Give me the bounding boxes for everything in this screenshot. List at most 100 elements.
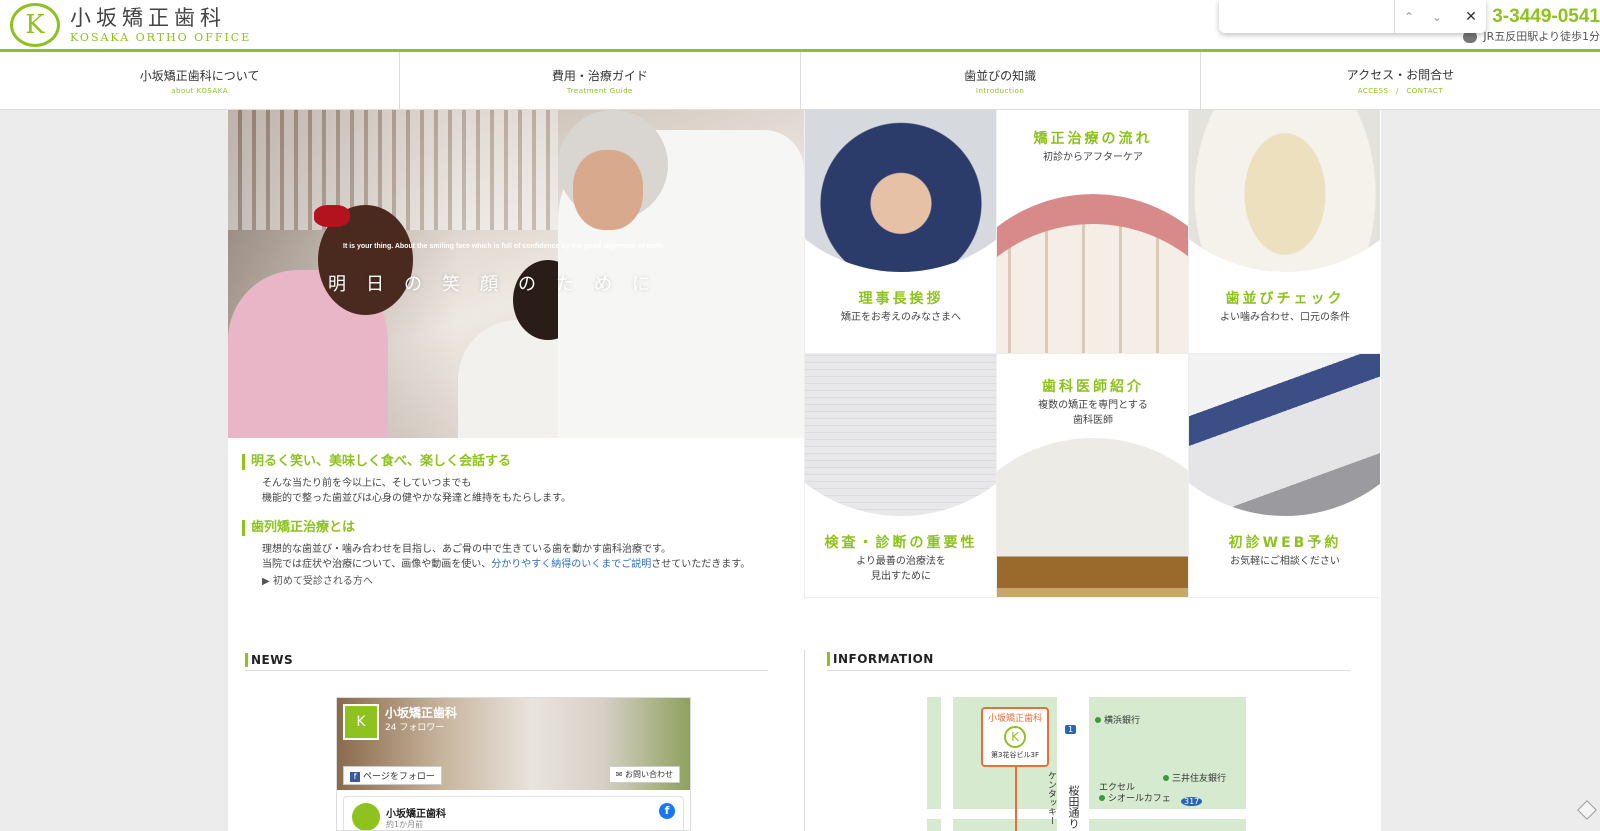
facebook-follow-label: ページをフォロー — [363, 772, 435, 782]
main-nav: 小坂矯正歯科について about KOSAKA 費用・治療ガイド Treatme… — [0, 52, 1600, 110]
tile-desc: 初診からアフターケア — [1043, 152, 1143, 163]
tile-desc-line-2: 歯科医師 — [1073, 415, 1113, 426]
hero-hair-bow — [314, 205, 350, 227]
feature-tiles: 理事長挨拶 矯正をお考えのみなさまへ 矯正治療の流れ 初診からアフターケア 歯並… — [804, 110, 1381, 598]
facebook-contact-button[interactable]: ✉ お問い合わせ — [608, 766, 680, 783]
find-bar: ⌃ ⌄ ✕ — [1219, 0, 1486, 33]
tile-title: 検査・診断の重要性 — [824, 535, 978, 551]
nav-item-access-contact[interactable]: アクセス・お問合せ ACCESS / CONTACT — [1201, 52, 1600, 109]
nav-item-treatment-guide[interactable]: 費用・治療ガイド Treatment Guide — [400, 52, 801, 109]
tile-title: 矯正治療の流れ — [1033, 131, 1153, 147]
tile-desc: 矯正をお考えのみなさまへ — [841, 312, 961, 323]
map-road — [927, 809, 1246, 819]
intro-paragraph-1-line-1: そんな当たり前を今以上に、そしていつまでも — [262, 478, 472, 489]
map-route-1-badge: 1 — [1065, 725, 1077, 734]
hero-title: 明日の笑顔のために — [328, 274, 670, 295]
nav-label: 歯並びの知識 — [964, 68, 1037, 83]
first-visit-link[interactable]: ▶ 初めて受診される方へ — [242, 572, 790, 587]
tile-director-greeting[interactable]: 理事長挨拶 矯正をお考えのみなさまへ — [804, 110, 996, 354]
map-label-street: 桜田通り — [1067, 785, 1080, 829]
facebook-logo-icon[interactable]: f — [659, 803, 675, 819]
tile-treatment-flow[interactable]: 矯正治療の流れ 初診からアフターケア — [996, 110, 1188, 354]
nav-label: アクセス・お問合せ — [1346, 67, 1455, 82]
nav-label: 小坂矯正歯科について — [139, 68, 260, 83]
chevron-up-icon[interactable]: ⌃ — [1395, 0, 1423, 33]
intro-paragraph-1-line-2: 機能的で整った歯並びは心身の健やかな発達と維持をもたらします。 — [262, 493, 571, 504]
nav-label: 費用・治療ガイド — [551, 68, 648, 83]
map-label-bank1-text: 横浜銀行 — [1104, 716, 1141, 726]
tile-desc: お気軽にご相談ください — [1230, 556, 1340, 567]
main-content: It is your thing. About the smiling face… — [228, 110, 1381, 831]
nav-item-about[interactable]: 小坂矯正歯科について about KOSAKA — [0, 52, 401, 109]
tile-photo-nameplate — [997, 438, 1188, 597]
tile-photo-dental-models — [1189, 110, 1380, 272]
tile-title: 歯並びチェック — [1225, 291, 1345, 307]
facebook-page-logo[interactable]: K — [343, 704, 379, 740]
nav-sublabel: about KOSAKA — [171, 86, 228, 95]
station-text: JR五反田駅より徒歩1分 — [1483, 30, 1600, 43]
intro-heading-2: 歯列矯正治療とは — [242, 520, 790, 536]
intro-paragraph-2-line-2b: させていただきます。 — [651, 559, 751, 570]
access-map[interactable]: 小坂矯正歯科 K 第3花谷ビル3F 1 横浜銀行 三井住友銀行 エクセル シオール… — [927, 697, 1246, 831]
map-route-line — [1015, 767, 1017, 831]
facebook-post-time: 約1か月前 — [386, 820, 424, 829]
facebook-post-avatar — [352, 803, 380, 830]
map-clinic-marker[interactable]: 小坂矯正歯科 K 第3花谷ビル3F — [981, 707, 1049, 767]
facebook-widget: K 小坂矯正歯科 24 フォロワー f ページをフォロー ✉ お問い合わせ 小坂矯… — [336, 697, 691, 831]
tile-doctor-introduction[interactable]: 歯科医師紹介 複数の矯正を専門とする 歯科医師 — [996, 354, 1188, 598]
facebook-contact-label: お問い合わせ — [625, 770, 673, 779]
map-marker-logo-icon: K — [1004, 726, 1026, 748]
facebook-icon: f — [350, 772, 360, 782]
tile-photo-director — [805, 110, 996, 272]
hero-window-blinds — [228, 110, 558, 230]
tile-web-reservation[interactable]: 初診WEB予約 お気軽にご相談ください — [1188, 354, 1380, 598]
logo-english: KOSAKA ORTHO OFFICE — [70, 31, 252, 44]
tile-photo-diagnosis-chart — [805, 354, 996, 516]
tile-photo-teeth-braces — [997, 194, 1188, 353]
tile-desc-line-1: 複数の矯正を専門とする — [1038, 400, 1148, 411]
intro-paragraph-2-line-2a: 当院では症状や治療について、画像や動画を使い、 — [262, 559, 492, 570]
tile-desc-line-1: より最善の治療法を — [856, 556, 946, 567]
tile-desc: 複数の矯正を専門とする 歯科医師 — [997, 398, 1188, 428]
information-divider — [827, 670, 1350, 671]
facebook-post[interactable]: 小坂矯正歯科 約1か月前 f — [343, 796, 684, 830]
explanation-link[interactable]: 分かりやすく納得のいくまでご説明 — [491, 559, 651, 570]
tile-title: 初診WEB予約 — [1228, 535, 1342, 551]
map-poi-icon — [1163, 775, 1169, 781]
site-logo[interactable]: K 小坂矯正歯科 KOSAKA ORTHO OFFICE — [10, 3, 251, 47]
intro-heading-1: 明るく笑い、美味しく食べ、楽しく会話する — [242, 454, 790, 470]
hero-image: It is your thing. About the smiling face… — [228, 110, 804, 438]
facebook-page-name[interactable]: 小坂矯正歯科 — [385, 704, 457, 721]
map-marker-building: 第3花谷ビル3F — [991, 751, 1039, 759]
map-poi-icon — [1099, 795, 1105, 801]
tile-alignment-check[interactable]: 歯並びチェック よい噛み合わせ、口元の条件 — [1188, 110, 1380, 354]
facebook-follow-button[interactable]: f ページをフォロー — [343, 766, 442, 785]
hero-subtitle: It is your thing. About the smiling face… — [343, 243, 666, 250]
intro-paragraph-1: そんな当たり前を今以上に、そしていつまでも 機能的で整った歯並びは心身の健やかな… — [242, 476, 790, 506]
facebook-followers: 24 フォロワー — [385, 723, 445, 733]
logo-japanese: 小坂矯正歯科 — [70, 6, 226, 30]
phone-number[interactable]: 3-3449-0541 — [1492, 6, 1600, 28]
map-label-bank2-text: 三井住友銀行 — [1172, 774, 1227, 784]
nav-sublabel: Introduction — [975, 86, 1025, 95]
information-heading: INFORMATION — [827, 652, 934, 666]
map-marker-name: 小坂矯正歯科 — [987, 714, 1042, 724]
map-route-317-badge: 317 — [1181, 797, 1203, 806]
news-heading: NEWS — [245, 653, 293, 667]
tile-desc: より最善の治療法を 見出すために — [805, 554, 996, 584]
intro-section: 明るく笑い、美味しく食べ、楽しく会話する そんな当たり前を今以上に、そしていつま… — [228, 438, 804, 598]
chevron-down-icon[interactable]: ⌄ — [1423, 0, 1451, 33]
close-icon[interactable]: ✕ — [1457, 0, 1485, 33]
nav-item-introduction[interactable]: 歯並びの知識 Introduction — [801, 52, 1201, 109]
hero-figure-doctor-face — [573, 150, 643, 230]
find-input[interactable] — [1219, 0, 1395, 33]
tile-title: 歯科医師紹介 — [1042, 379, 1144, 395]
map-label-kfc: ケンタッキー — [1046, 771, 1056, 825]
map-label-cafe: エクセル シオールカフェ — [1099, 783, 1171, 805]
tile-diagnosis-importance[interactable]: 検査・診断の重要性 より最善の治療法を 見出すために — [804, 354, 996, 598]
tile-desc: よい噛み合わせ、口元の条件 — [1220, 312, 1350, 323]
logo-mark-icon: K — [10, 3, 60, 47]
facebook-post-author[interactable]: 小坂矯正歯科 — [386, 805, 446, 820]
tile-title: 理事長挨拶 — [858, 291, 944, 307]
scroll-top-icon[interactable] — [1577, 800, 1597, 820]
